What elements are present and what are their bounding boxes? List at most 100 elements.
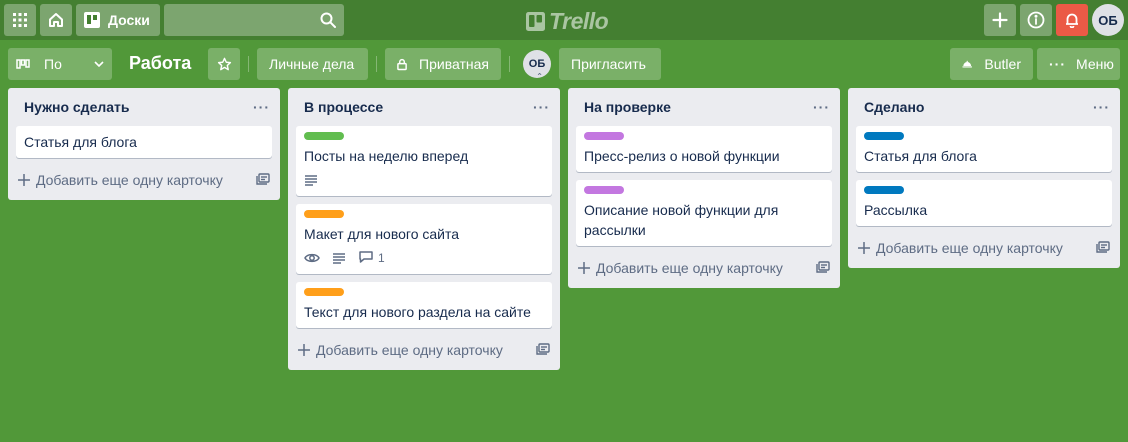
card-badges: [304, 170, 544, 190]
bell-icon: [1066, 13, 1078, 28]
home-button[interactable]: [40, 4, 72, 36]
more-icon: ···: [1049, 56, 1066, 72]
card-label-green: [304, 132, 344, 140]
card[interactable]: Макет для нового сайта 1: [296, 204, 552, 274]
search-input[interactable]: [164, 4, 344, 36]
list: На проверке ··· Пресс-релиз о новой функци…: [568, 88, 840, 288]
card[interactable]: Текст для нового раздела на сайте: [296, 282, 552, 328]
add-card-label: Добавить еще одну карточку: [596, 260, 783, 276]
list-menu-icon[interactable]: ···: [1093, 100, 1110, 114]
chevron-down-icon: [94, 61, 104, 67]
search-box: [164, 4, 344, 36]
card[interactable]: Статья для блога: [16, 126, 272, 158]
menu-button[interactable]: ··· Меню: [1037, 48, 1120, 80]
plus-icon: [858, 242, 870, 254]
board-view-label: По: [44, 56, 62, 72]
boards-button[interactable]: Доски: [76, 4, 160, 36]
card-title: Макет для нового сайта: [304, 226, 460, 242]
user-avatar[interactable]: ОБ: [1092, 4, 1124, 36]
card-template-icon[interactable]: [536, 342, 550, 358]
add-card-row: Добавить еще одну карточку: [568, 252, 840, 284]
card-label-orange: [304, 288, 344, 296]
list-header: На проверке ···: [568, 88, 840, 126]
add-card-label: Добавить еще одну карточку: [876, 240, 1063, 256]
card[interactable]: Пресс-релиз о новой функции: [576, 126, 832, 172]
boards-icon: [84, 12, 100, 28]
board-title[interactable]: Работа: [129, 53, 191, 74]
app-header: Доски Trello ОБ: [0, 0, 1128, 40]
home-icon: [49, 13, 63, 27]
board-member-avatar[interactable]: ОБ ⌃: [523, 50, 551, 81]
list-header: Сделано ···: [848, 88, 1120, 126]
add-card-row: Добавить еще одну карточку: [848, 232, 1120, 264]
card-title: Описание новой функции для рассылки: [584, 202, 779, 238]
card-title: Посты на неделю вперед: [304, 148, 469, 164]
card-label-orange: [304, 210, 344, 218]
add-card-label: Добавить еще одну карточку: [316, 342, 503, 358]
butler-label: Butler: [984, 56, 1021, 72]
notifications-button[interactable]: [1056, 4, 1088, 36]
lock-icon: [397, 58, 407, 70]
list: В процессе ··· Посты на неделю вперед Макет…: [288, 88, 560, 370]
search-icon: [320, 12, 336, 28]
card[interactable]: Рассылка: [856, 180, 1112, 226]
add-card-button[interactable]: Добавить еще одну карточку: [298, 342, 503, 358]
plus-icon: [18, 174, 30, 186]
description-icon: [332, 252, 346, 264]
apps-button[interactable]: [4, 4, 36, 36]
list-menu-icon[interactable]: ···: [533, 100, 550, 114]
plus-icon: [298, 344, 310, 356]
board-view-switcher[interactable]: По: [8, 48, 112, 80]
invite-label: Пригласить: [571, 56, 646, 72]
list-title[interactable]: На проверке: [584, 99, 671, 115]
trello-logo[interactable]: Trello: [526, 8, 609, 35]
info-icon: [1027, 11, 1045, 29]
card[interactable]: Описание новой функции для рассылки: [576, 180, 832, 246]
watch-icon: [304, 252, 320, 264]
list-title[interactable]: Нужно сделать: [24, 99, 130, 115]
info-button[interactable]: [1020, 4, 1052, 36]
add-card-button[interactable]: Добавить еще одну карточку: [578, 260, 783, 276]
star-button[interactable]: [208, 48, 240, 80]
logo-text: Trello: [549, 8, 609, 34]
invite-button[interactable]: Пригласить: [559, 48, 661, 80]
card-template-icon[interactable]: [1096, 240, 1110, 256]
card-title: Пресс-релиз о новой функции: [584, 148, 780, 164]
plus-icon: [992, 12, 1008, 28]
list-menu-icon[interactable]: ···: [253, 100, 270, 114]
card-label-blue: [864, 132, 904, 140]
boards-label: Доски: [108, 12, 150, 28]
butler-button[interactable]: Butler: [950, 48, 1033, 80]
card-title: Текст для нового раздела на сайте: [304, 304, 531, 320]
add-card-button[interactable]: Добавить еще одну карточку: [18, 172, 223, 188]
card-badges: 1: [304, 248, 544, 268]
card-template-icon[interactable]: [816, 260, 830, 276]
team-label: Личные дела: [269, 56, 355, 72]
visibility-label: Приватная: [419, 56, 489, 72]
list-header: Нужно сделать ···: [8, 88, 280, 126]
team-button[interactable]: Личные дела: [257, 48, 368, 80]
comment-icon: [358, 250, 374, 267]
card-label-purple: [584, 132, 624, 140]
add-card-row: Добавить еще одну карточку: [288, 334, 560, 366]
card-template-icon[interactable]: [256, 172, 270, 188]
card[interactable]: Посты на неделю вперед: [296, 126, 552, 196]
add-card-row: Добавить еще одну карточку: [8, 164, 280, 196]
card-label-purple: [584, 186, 624, 194]
list-title[interactable]: Сделано: [864, 99, 924, 115]
list: Нужно сделать ··· Статья для блога Добавить…: [8, 88, 280, 200]
card[interactable]: Статья для блога: [856, 126, 1112, 172]
add-card-button[interactable]: Добавить еще одну карточку: [858, 240, 1063, 256]
list-menu-icon[interactable]: ···: [813, 100, 830, 114]
menu-label: Меню: [1076, 56, 1114, 72]
card-label-blue: [864, 186, 904, 194]
card-title: Статья для блога: [864, 148, 977, 164]
list-header: В процессе ···: [288, 88, 560, 126]
list: Сделано ··· Статья для блога Рассылка Добави…: [848, 88, 1120, 268]
comments-count: 1: [378, 251, 385, 265]
plus-icon: [578, 262, 590, 274]
create-button[interactable]: [984, 4, 1016, 36]
butler-icon: [962, 60, 973, 68]
list-title[interactable]: В процессе: [304, 99, 383, 115]
visibility-button[interactable]: Приватная: [385, 48, 501, 80]
